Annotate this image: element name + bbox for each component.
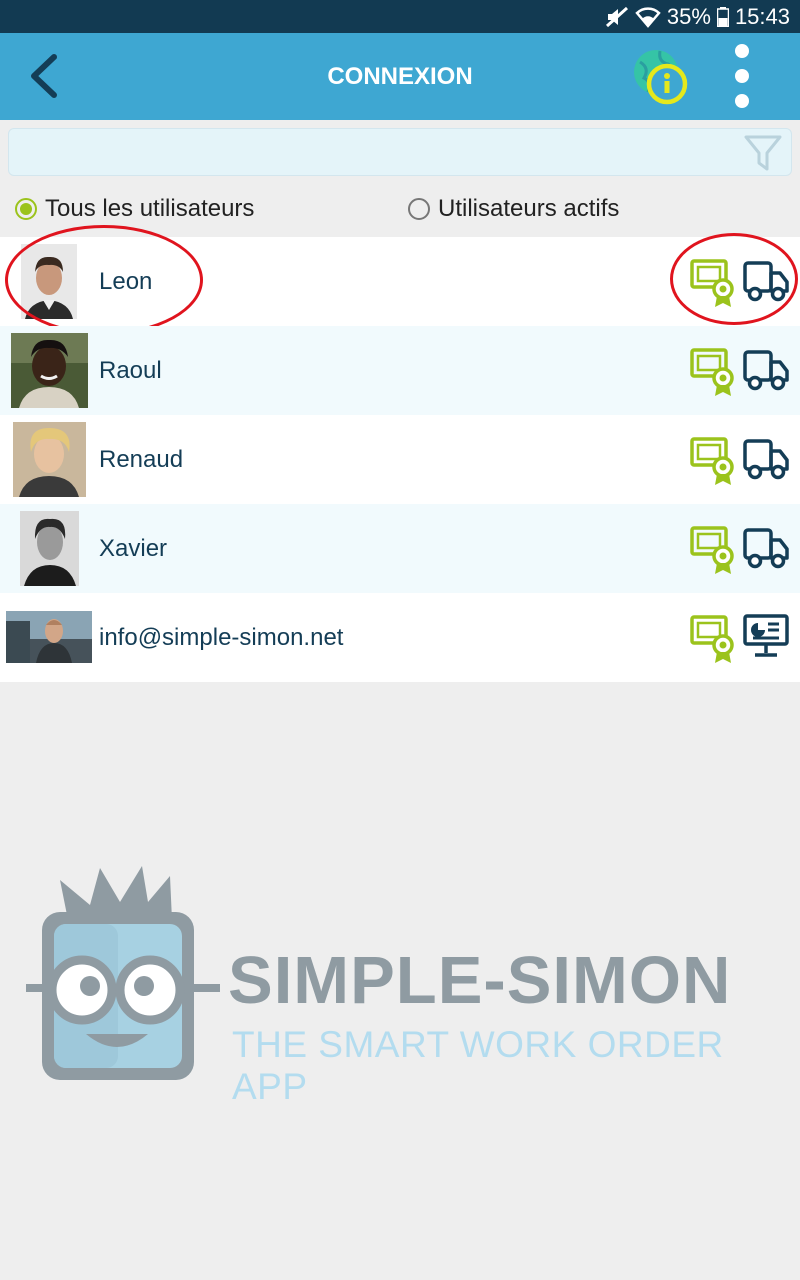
- avatar: [13, 422, 86, 497]
- clock: 15:43: [734, 3, 790, 29]
- wifi-icon: [635, 6, 661, 28]
- globe-info-icon: [634, 50, 688, 105]
- status-bar: 35% 15:43: [0, 0, 800, 33]
- radio-active-users[interactable]: Utilisateurs actifs: [408, 184, 619, 234]
- user-name: Leon: [99, 268, 153, 295]
- certificate-icon[interactable]: [690, 526, 738, 576]
- radio-all-users-label: Tous les utilisateurs: [45, 195, 255, 222]
- battery-icon: [716, 6, 729, 27]
- user-filter-group: Tous les utilisateurs Utilisateurs actif…: [0, 184, 800, 234]
- certificate-icon[interactable]: [690, 615, 738, 665]
- user-name: info@simple-simon.net: [99, 624, 344, 651]
- brand-name: SIMPLE-SIMON: [228, 943, 732, 1018]
- avatar: [20, 511, 79, 586]
- certificate-icon[interactable]: [690, 348, 738, 398]
- list-item[interactable]: Leon: [0, 225, 800, 335]
- brand-logo: SIMPLE-SIMON THE SMART WORK ORDER APP: [0, 860, 800, 1107]
- mute-icon: [605, 6, 629, 28]
- radio-unselected-icon: [408, 198, 430, 220]
- list-item[interactable]: info@simple-simon.net: [0, 593, 800, 682]
- menu-dot-icon: [735, 69, 749, 83]
- truck-icon[interactable]: [743, 257, 789, 303]
- truck-icon[interactable]: [743, 524, 789, 570]
- avatar: [11, 333, 88, 408]
- overflow-menu-button[interactable]: [722, 41, 762, 113]
- certificate-icon[interactable]: [690, 437, 738, 487]
- truck-icon[interactable]: [743, 346, 789, 392]
- list-item[interactable]: Renaud: [0, 415, 800, 504]
- user-name: Renaud: [99, 446, 184, 473]
- avatar: [21, 244, 77, 319]
- mascot-logo-icon: [26, 866, 220, 1080]
- user-name: Raoul: [99, 357, 162, 384]
- search-bar: [8, 128, 792, 176]
- monitor-chart-icon[interactable]: [743, 613, 789, 659]
- list-item[interactable]: Xavier: [0, 504, 800, 593]
- back-button[interactable]: [22, 51, 72, 101]
- status-icons: 35% 15:43: [605, 0, 790, 33]
- chevron-left-icon: [31, 54, 57, 98]
- brand-tagline: THE SMART WORK ORDER APP: [232, 1024, 724, 1107]
- user-name: Xavier: [99, 535, 168, 562]
- certificate-icon[interactable]: [690, 259, 738, 309]
- menu-dot-icon: [735, 44, 749, 58]
- search-input[interactable]: [19, 135, 743, 171]
- user-list: Leon Raoul Renaud Xavier info@simple-sim…: [0, 225, 800, 682]
- menu-dot-icon: [735, 94, 749, 108]
- list-item[interactable]: Raoul: [0, 326, 800, 415]
- info-button[interactable]: [630, 48, 690, 108]
- app-bar: CONNEXION: [0, 33, 800, 120]
- radio-selected-icon: [15, 198, 37, 220]
- radio-all-users[interactable]: Tous les utilisateurs: [15, 184, 254, 234]
- radio-active-users-label: Utilisateurs actifs: [438, 195, 620, 222]
- truck-icon[interactable]: [743, 435, 789, 481]
- filter-icon[interactable]: [743, 133, 783, 173]
- avatar: [6, 611, 92, 663]
- battery-percent: 35%: [666, 3, 711, 29]
